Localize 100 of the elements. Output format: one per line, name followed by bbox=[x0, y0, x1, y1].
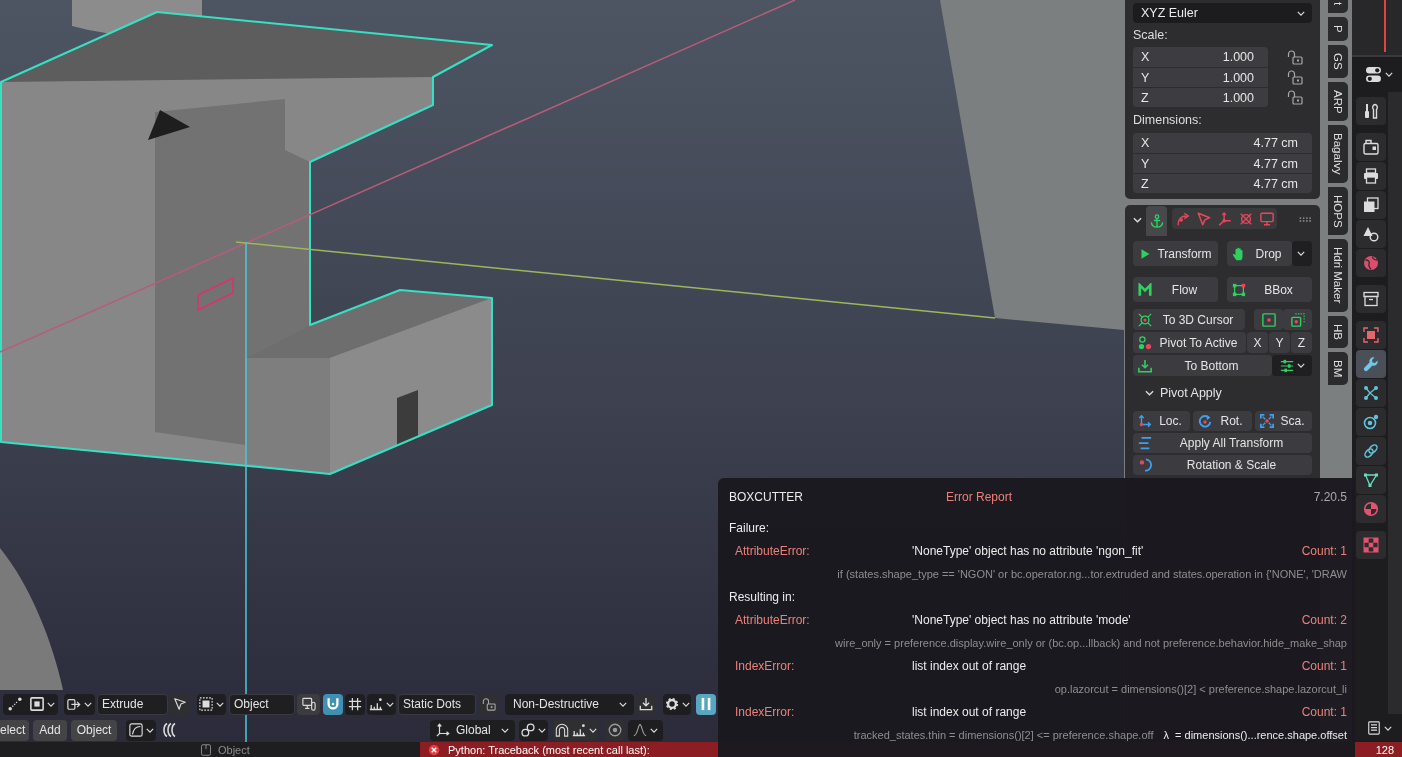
sidebar-tab[interactable]: t bbox=[1328, 0, 1348, 14]
axis-button[interactable]: Z bbox=[1291, 332, 1312, 353]
caret-icon bbox=[47, 701, 55, 707]
document-list-icon bbox=[1367, 721, 1381, 735]
menu-button[interactable]: Object bbox=[70, 719, 118, 741]
cursor-button[interactable] bbox=[170, 693, 190, 715]
number-field[interactable]: X 1.000 bbox=[1133, 47, 1268, 67]
cursor-selection-button[interactable] bbox=[1283, 309, 1312, 330]
number-field[interactable]: Z 1.000 bbox=[1133, 87, 1268, 107]
rotation-mode-dropdown[interactable]: XYZ Euler bbox=[1133, 3, 1312, 23]
error-message: 'NoneType' object has no attribute 'ngon_fit' bbox=[912, 543, 1144, 560]
sidebar-tab[interactable]: ARP bbox=[1328, 81, 1348, 122]
properties-tab[interactable] bbox=[1356, 133, 1386, 161]
to-bottom-button[interactable]: To Bottom bbox=[1133, 355, 1272, 376]
sidebar-tab[interactable]: BagaIvy bbox=[1328, 125, 1348, 183]
padlock-icon[interactable] bbox=[1287, 49, 1303, 65]
pointer-arrow-icon bbox=[173, 697, 187, 711]
location-button[interactable]: Loc. bbox=[1133, 411, 1190, 431]
small-rectangle-outline bbox=[197, 276, 234, 312]
transform-dropdown[interactable] bbox=[64, 693, 95, 715]
face-select-dropdown[interactable] bbox=[27, 693, 58, 715]
properties-tab[interactable] bbox=[1356, 437, 1386, 465]
proportional-edit-button[interactable] bbox=[605, 719, 625, 741]
sidebar-tab[interactable]: GS bbox=[1328, 44, 1348, 78]
sidebar-tab[interactable]: P bbox=[1328, 17, 1348, 41]
padlock-icon[interactable] bbox=[1287, 69, 1303, 85]
increment-dropdown[interactable] bbox=[367, 693, 396, 715]
rotation-scale-button[interactable]: Rotation & Scale bbox=[1133, 455, 1312, 475]
properties-tab[interactable] bbox=[1356, 220, 1386, 248]
scale-button[interactable]: Sca. bbox=[1255, 411, 1312, 431]
number-field[interactable]: X 4.77 cm bbox=[1133, 133, 1312, 153]
snapping-dropdown[interactable] bbox=[553, 719, 598, 741]
edge-select-button[interactable] bbox=[3, 693, 27, 715]
display-toggle-dropdown[interactable] bbox=[1365, 66, 1393, 83]
axis-button[interactable]: X bbox=[1247, 332, 1268, 353]
sidebar-tab[interactable]: BM bbox=[1328, 351, 1348, 385]
properties-tab[interactable] bbox=[1356, 350, 1386, 378]
number-field[interactable]: Z 4.77 cm bbox=[1133, 173, 1312, 193]
tool-tab[interactable] bbox=[1256, 208, 1277, 229]
printer-icon bbox=[1363, 168, 1379, 184]
lock-button[interactable] bbox=[479, 693, 498, 715]
error-message-tail: 128 bbox=[1375, 743, 1394, 756]
code-line: wire_only = preference.display.wire_only or (bc.op...llback) and not preference.behavior.hide_make_shap bbox=[835, 636, 1347, 651]
pivot-to-active-button[interactable]: Pivot To Active bbox=[1133, 332, 1246, 353]
settings-dropdown[interactable] bbox=[663, 693, 691, 715]
overlapping-squares-icon bbox=[1363, 197, 1379, 213]
behavior-dropdown[interactable]: Non-Destructive bbox=[505, 693, 634, 715]
properties-tab[interactable] bbox=[1356, 408, 1386, 436]
download-button[interactable] bbox=[636, 693, 656, 715]
drop-button[interactable]: Drop bbox=[1227, 241, 1292, 266]
selection-dropdown[interactable] bbox=[197, 693, 226, 715]
properties-tab[interactable] bbox=[1356, 285, 1386, 313]
properties-tab[interactable] bbox=[1356, 321, 1386, 349]
falloff-dropdown[interactable] bbox=[628, 719, 663, 741]
editor-type-dropdown[interactable] bbox=[1367, 721, 1392, 735]
pause-toggle[interactable] bbox=[696, 693, 716, 715]
pivot-apply-header[interactable]: Pivot Apply bbox=[1133, 380, 1222, 406]
drop-options-dropdown[interactable] bbox=[1292, 241, 1312, 266]
number-field[interactable]: Y 1.000 bbox=[1133, 67, 1268, 87]
properties-tab[interactable] bbox=[1356, 466, 1386, 494]
menu-button[interactable]: elect bbox=[0, 719, 30, 741]
properties-tab[interactable] bbox=[1356, 379, 1386, 407]
shading-dropdown[interactable] bbox=[126, 719, 157, 741]
cursor-origin-button[interactable] bbox=[1254, 309, 1283, 330]
nodes-icon bbox=[1363, 385, 1379, 401]
axis-button[interactable]: Y bbox=[1269, 332, 1290, 353]
caret-icon bbox=[216, 701, 224, 707]
snap-toggle[interactable] bbox=[323, 693, 343, 715]
flow-button[interactable]: Flow bbox=[1133, 277, 1218, 302]
orientation-dropdown[interactable]: Global bbox=[430, 719, 515, 741]
sidebar-tab[interactable]: HB bbox=[1328, 315, 1348, 348]
monitor-link-button[interactable] bbox=[297, 693, 320, 715]
menu-button[interactable]: Add bbox=[33, 719, 67, 741]
triple-arc-icon[interactable] bbox=[161, 722, 178, 738]
curved-arrow-icon bbox=[1175, 211, 1190, 226]
tool-tab[interactable] bbox=[1146, 206, 1167, 236]
options-dropdown[interactable] bbox=[1272, 355, 1312, 376]
operation-field[interactable]: Extrude bbox=[97, 693, 168, 715]
properties-tab[interactable] bbox=[1356, 191, 1386, 219]
padlock-icon[interactable] bbox=[1287, 89, 1303, 105]
number-field[interactable]: Y 4.77 cm bbox=[1133, 153, 1312, 173]
apply-all-button[interactable]: Apply All Transform bbox=[1133, 433, 1312, 453]
rotation-button[interactable]: Rot. bbox=[1193, 411, 1252, 431]
sidebar-tab[interactable]: Hdri Maker bbox=[1328, 239, 1348, 312]
camera-icon bbox=[1363, 139, 1379, 155]
properties-tab[interactable] bbox=[1356, 162, 1386, 190]
properties-tab[interactable] bbox=[1356, 97, 1386, 125]
snap-target-field[interactable]: Static Dots bbox=[398, 693, 476, 715]
to-cursor-button[interactable]: To 3D Cursor bbox=[1133, 309, 1245, 330]
selection-field[interactable]: Object bbox=[229, 693, 295, 715]
transform-button[interactable]: Transform bbox=[1133, 241, 1218, 266]
chevron-icon[interactable] bbox=[1133, 217, 1142, 223]
sidebar-tab[interactable]: HOPS bbox=[1328, 186, 1348, 236]
grid-button[interactable] bbox=[345, 693, 365, 715]
bbox-button[interactable]: BBox bbox=[1227, 277, 1312, 302]
addon-name: BOXCUTTER bbox=[729, 489, 803, 506]
tool-tab[interactable] bbox=[1172, 208, 1193, 229]
pivot-dropdown[interactable] bbox=[519, 719, 548, 741]
axes-icon bbox=[436, 723, 450, 737]
grip-dots-icon[interactable] bbox=[1299, 217, 1312, 222]
